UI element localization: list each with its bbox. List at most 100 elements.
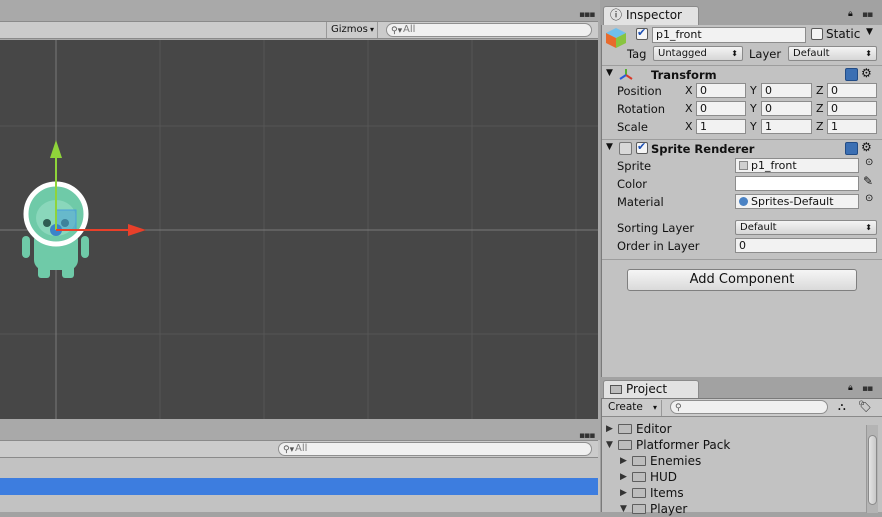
foldout-collapsed-icon[interactable]: ▶ bbox=[620, 485, 627, 501]
object-name-input[interactable]: p1_front bbox=[652, 27, 806, 43]
eyedropper-icon[interactable]: ✎ bbox=[863, 174, 873, 188]
rotation-z-input[interactable]: 0 bbox=[827, 101, 877, 116]
scale-z-input[interactable]: 1 bbox=[827, 119, 877, 134]
scene-panel: ▪▪▪ Gizmos ▾ ⚲▾ All bbox=[0, 0, 600, 440]
project-tab-label: Project bbox=[626, 382, 668, 396]
folder-name: Editor bbox=[636, 422, 672, 436]
reference-book-icon[interactable] bbox=[845, 68, 858, 81]
material-sphere-icon bbox=[739, 197, 748, 206]
folder-name: Platformer Pack bbox=[636, 438, 731, 452]
scene-canvas bbox=[0, 40, 598, 419]
sprite-object-field[interactable]: p1_front bbox=[735, 158, 859, 173]
hierarchy-search-input[interactable]: ⚲▾ All bbox=[278, 442, 592, 456]
folder-row[interactable]: ▶ Enemies bbox=[602, 453, 864, 469]
position-z-value: 0 bbox=[831, 84, 838, 97]
project-scrollbar[interactable] bbox=[866, 425, 878, 513]
info-icon: ⓘ bbox=[610, 8, 623, 22]
folder-icon bbox=[618, 440, 632, 450]
scale-label: Scale bbox=[617, 120, 648, 134]
rotation-z-value: 0 bbox=[831, 102, 838, 115]
folder-row[interactable]: ▼ Player bbox=[602, 501, 864, 517]
sprite-label: Sprite bbox=[617, 159, 652, 173]
folder-row[interactable]: ▶ Items bbox=[602, 485, 864, 501]
gizmos-label: Gizmos bbox=[331, 24, 368, 35]
panel-menu-icon[interactable]: ▪▪ bbox=[862, 384, 873, 394]
sorting-layer-label: Sorting Layer bbox=[617, 221, 695, 235]
create-label: Create bbox=[608, 401, 643, 413]
reference-book-icon[interactable] bbox=[845, 142, 858, 155]
create-dropdown[interactable]: Create ▾ bbox=[608, 400, 662, 416]
foldout-expanded-icon[interactable]: ▼ bbox=[620, 501, 627, 517]
folder-name: Player bbox=[650, 502, 688, 516]
material-object-field[interactable]: Sprites-Default bbox=[735, 194, 859, 209]
object-name-value: p1_front bbox=[656, 28, 702, 41]
gear-icon[interactable]: ⚙ bbox=[861, 140, 872, 154]
foldout-expanded-icon[interactable]: ▼ bbox=[606, 437, 613, 453]
gizmos-dropdown[interactable]: Gizmos ▾ bbox=[326, 22, 378, 38]
scene-view[interactable] bbox=[0, 40, 598, 419]
tag-dropdown[interactable]: Untagged ⬍ bbox=[653, 46, 743, 61]
folder-row[interactable]: ▶ HUD bbox=[602, 469, 864, 485]
folder-row[interactable]: ▼ Platformer Pack bbox=[602, 437, 864, 453]
hierarchy-search-placeholder: All bbox=[295, 443, 308, 454]
y-axis-arrow-icon[interactable] bbox=[50, 140, 62, 158]
transform-header[interactable]: ▼ Transform ⚙ bbox=[602, 65, 882, 83]
foldout-collapsed-icon[interactable]: ▶ bbox=[606, 421, 613, 437]
rotation-y-input[interactable]: 0 bbox=[761, 101, 812, 116]
scale-x-input[interactable]: 1 bbox=[696, 119, 746, 134]
layer-dropdown[interactable]: Default ⬍ bbox=[788, 46, 877, 61]
scene-search-input[interactable]: ⚲▾ All bbox=[386, 23, 592, 37]
search-icon: ⚲▾ bbox=[391, 26, 403, 36]
folder-name: Items bbox=[650, 486, 684, 500]
foldout-collapsed-icon[interactable]: ▶ bbox=[620, 469, 627, 485]
project-search-input[interactable]: ⚲ bbox=[670, 400, 828, 414]
transform-axes-icon bbox=[619, 69, 633, 80]
rotation-x-input[interactable]: 0 bbox=[696, 101, 746, 116]
position-label: Position bbox=[617, 84, 662, 98]
layer-label: Layer bbox=[749, 47, 782, 61]
tab-project[interactable]: Project bbox=[603, 380, 699, 399]
add-component-button[interactable]: Add Component bbox=[627, 269, 857, 291]
object-picker-icon[interactable]: ⊙ bbox=[865, 157, 873, 168]
chevron-updown-icon: ⬍ bbox=[865, 49, 872, 58]
active-checkbox[interactable] bbox=[636, 26, 648, 40]
folder-row[interactable]: ▶ Editor bbox=[602, 421, 864, 437]
foldout-expanded-icon: ▼ bbox=[606, 68, 613, 78]
rotation-x-label: X bbox=[685, 102, 693, 115]
tag-label: Tag bbox=[627, 47, 647, 61]
sorting-layer-dropdown[interactable]: Default ⬍ bbox=[735, 220, 877, 235]
position-y-input[interactable]: 0 bbox=[761, 83, 812, 98]
sprite-renderer-icon bbox=[619, 142, 632, 155]
position-x-input[interactable]: 0 bbox=[696, 83, 746, 98]
material-label: Material bbox=[617, 195, 664, 209]
order-in-layer-input[interactable]: 0 bbox=[735, 238, 877, 253]
rotation-z-label: Z bbox=[816, 102, 824, 115]
position-z-input[interactable]: 0 bbox=[827, 83, 877, 98]
folder-icon bbox=[632, 504, 646, 514]
panel-menu-icon[interactable]: ▪▪▪ bbox=[579, 10, 595, 20]
x-axis-arrow-icon[interactable] bbox=[128, 224, 146, 236]
gear-icon[interactable]: ⚙ bbox=[861, 66, 872, 80]
color-field[interactable] bbox=[735, 176, 859, 191]
object-picker-icon[interactable]: ⊙ bbox=[865, 193, 873, 204]
foldout-expanded-icon: ▼ bbox=[606, 142, 613, 152]
hierarchy-selected-row[interactable] bbox=[0, 478, 598, 495]
tab-inspector[interactable]: ⓘ Inspector bbox=[603, 6, 699, 25]
sprite-renderer-header[interactable]: ▼ Sprite Renderer ⚙ bbox=[602, 139, 882, 157]
chevron-down-icon[interactable]: ▼ bbox=[866, 27, 873, 37]
folder-name: HUD bbox=[650, 470, 678, 484]
foldout-collapsed-icon[interactable]: ▶ bbox=[620, 453, 627, 469]
sprite-renderer-enabled-checkbox[interactable] bbox=[636, 140, 648, 154]
filter-by-label-icon[interactable]: 🏷︎ bbox=[858, 400, 872, 413]
scale-z-label: Z bbox=[816, 120, 824, 133]
lock-icon[interactable]: 🔒︎ bbox=[848, 9, 853, 19]
position-x-label: X bbox=[685, 84, 693, 97]
static-checkbox[interactable] bbox=[811, 28, 823, 40]
panel-menu-icon[interactable]: ▪▪ bbox=[862, 10, 873, 20]
lock-icon[interactable]: 🔒︎ bbox=[848, 383, 853, 393]
scrollbar-thumb[interactable] bbox=[868, 435, 877, 505]
scale-y-input[interactable]: 1 bbox=[761, 119, 812, 134]
filter-by-type-icon[interactable]: ⛬ bbox=[838, 400, 846, 414]
folder-icon bbox=[632, 472, 646, 482]
scene-search-placeholder: All bbox=[403, 24, 416, 35]
